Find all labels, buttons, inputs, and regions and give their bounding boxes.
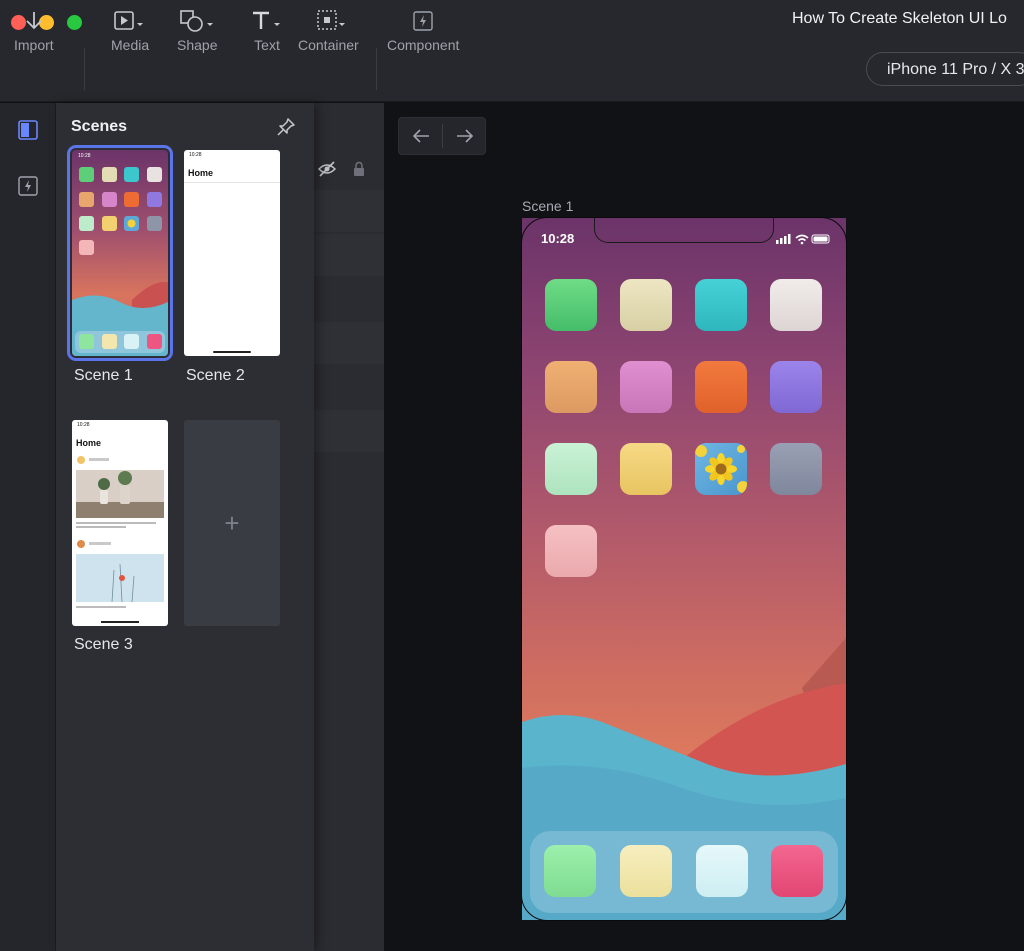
scene-1-label: Scene 1 [74,367,133,384]
scene-2-header: Home [188,168,214,178]
dock-app-icon[interactable] [696,845,748,897]
layer-row[interactable] [314,322,384,364]
layer-row[interactable] [314,410,384,452]
device-selector[interactable]: iPhone 11 Pro / X 3 [866,52,1024,86]
add-scene-button[interactable]: + [184,420,280,626]
canvas-scene-label: Scene 1 [522,198,574,214]
media-label: Media [111,37,150,53]
interactions-icon[interactable] [17,175,39,197]
scene-2-time: 10:28 [189,152,202,158]
status-time: 10:28 [541,231,575,246]
phone-artboard[interactable]: 10:28 [522,218,846,920]
flower-app-icon[interactable] [695,443,747,495]
feed-preview [76,456,164,623]
app-icon[interactable] [770,443,822,495]
app-icon[interactable] [620,279,672,331]
scenes-panel: Scenes 10:28 Scene 1 10:28 Home Scene 2 … [56,103,314,951]
toolbar-divider [376,48,377,90]
svg-text:10:28: 10:28 [78,153,91,159]
import-button[interactable]: Import [14,8,54,53]
app-icon[interactable] [545,279,597,331]
component-icon [387,8,459,34]
text-icon [249,8,285,34]
dock-app-icon[interactable] [771,845,823,897]
app-icon[interactable] [545,525,597,577]
shape-button[interactable]: Shape [177,8,217,53]
app-icon[interactable] [695,279,747,331]
import-label: Import [14,37,54,53]
shape-label: Shape [177,37,218,53]
forward-arrow-icon[interactable] [443,118,486,154]
scene-3-thumbnail[interactable]: 10:28 Home [72,420,168,626]
component-label: Component [387,37,460,53]
scene-1-thumbnail[interactable]: 10:28 [67,145,173,361]
shape-icon [177,8,217,34]
dock-app-icon[interactable] [544,845,596,897]
app-icon[interactable] [545,443,597,495]
zoom-window-button[interactable] [67,15,82,30]
scene-2-thumbnail[interactable]: 10:28 Home [184,150,280,356]
media-button[interactable]: Media [111,8,149,53]
text-button[interactable]: Text [249,8,285,53]
app-icon[interactable] [620,361,672,413]
window-title: How To Create Skeleton UI Lo [792,10,1007,27]
import-icon [14,8,54,34]
plus-icon: + [224,507,240,538]
phone-notch [594,218,774,243]
lock-icon[interactable] [353,161,365,182]
scene-2-label: Scene 2 [186,367,245,384]
app-icon[interactable] [620,443,672,495]
container-label: Container [298,37,359,53]
left-rail [0,103,56,951]
status-icons [776,232,832,250]
app-icon[interactable] [545,361,597,413]
scenes-title: Scenes [71,118,128,135]
app-icon[interactable] [770,361,822,413]
layer-row[interactable] [314,234,384,276]
app-icon[interactable] [695,361,747,413]
component-button[interactable]: Component [387,8,459,53]
container-icon [298,8,359,34]
text-label: Text [254,37,280,53]
back-arrow-icon[interactable] [399,118,442,154]
scene-2-divider [184,182,280,183]
media-icon [111,8,149,34]
layer-row[interactable] [314,190,384,232]
dock-app-icon[interactable] [620,845,672,897]
scene-3-label: Scene 3 [74,636,133,653]
scenes-panel-icon[interactable] [17,119,39,141]
app-icon[interactable] [770,279,822,331]
home-indicator [213,351,251,353]
container-button[interactable]: Container [298,8,359,53]
window-titlebar: How To Create Skeleton UI Lo [0,0,1024,40]
toolbar-divider [84,48,85,90]
pin-icon[interactable] [276,117,296,142]
scene-navigation [398,117,486,155]
hide-visibility-icon[interactable] [317,161,337,182]
